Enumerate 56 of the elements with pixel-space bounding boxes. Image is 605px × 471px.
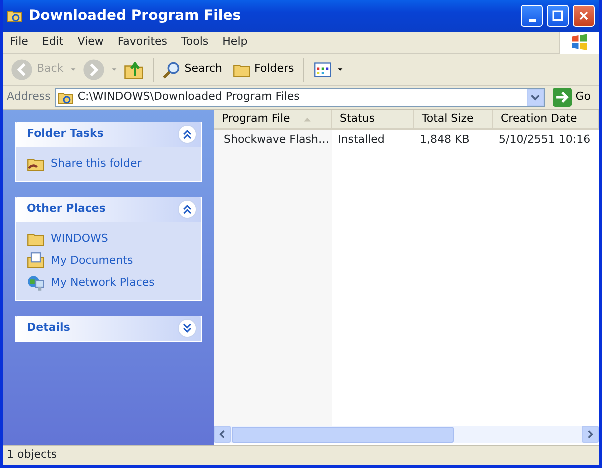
column-header[interactable]: Program File — [214, 110, 332, 130]
close-icon — [577, 9, 591, 23]
horizontal-scrollbar[interactable] — [214, 426, 599, 443]
menu-item[interactable]: View — [70, 34, 111, 51]
panel-title: Other Places — [27, 201, 106, 218]
back-icon — [11, 58, 33, 80]
close-button[interactable] — [573, 5, 595, 27]
scroll-left-button[interactable] — [214, 426, 231, 443]
collapse-icon[interactable] — [178, 200, 197, 219]
address-label: Address — [7, 89, 51, 106]
chevron-down-icon — [182, 323, 193, 334]
chevron-up-icon — [182, 204, 193, 215]
maximize-icon — [551, 9, 565, 23]
column-header[interactable]: Total Size — [414, 110, 493, 130]
minimize-button[interactable] — [521, 5, 543, 27]
window-title: Downloaded Program Files — [29, 6, 242, 26]
table-cell-text: 5/10/2551 10:16 — [498, 132, 592, 148]
dropdown-arrow-icon — [337, 66, 344, 73]
folder-up-icon — [124, 60, 144, 80]
folders-button[interactable]: Folders — [228, 58, 298, 80]
task-link[interactable]: Share this folder — [27, 155, 190, 173]
menu-item[interactable]: Help — [216, 34, 255, 51]
column-header[interactable]: Status — [332, 110, 414, 130]
panel-title: Folder Tasks — [27, 126, 104, 142]
task-link[interactable]: My Network Places — [27, 274, 190, 292]
scroll-right-button[interactable] — [582, 426, 599, 443]
column-header[interactable]: Creation Date — [493, 110, 599, 130]
expand-icon[interactable] — [178, 319, 197, 338]
panel-title: Details — [27, 320, 70, 336]
documents-icon — [27, 252, 45, 270]
task-link[interactable]: WINDOWS — [27, 230, 190, 248]
table-cell-text: 1,848 KB — [419, 132, 471, 148]
go-button[interactable]: Go — [548, 88, 595, 107]
status-text: 1 objects — [7, 447, 58, 464]
chevron-up-icon — [182, 129, 193, 140]
menu-item[interactable]: Edit — [35, 34, 71, 51]
arrow-right-icon — [552, 88, 572, 107]
dropdown-button[interactable] — [526, 89, 544, 106]
table-cell-text: Installed — [337, 132, 386, 148]
menu-item[interactable]: Tools — [174, 34, 216, 51]
minimize-icon — [528, 19, 536, 22]
views-icon — [313, 60, 334, 78]
chevron-left-icon — [218, 430, 227, 439]
address-field[interactable]: C:\WINDOWS\Downloaded Program Files — [54, 88, 545, 107]
menu-item[interactable]: Favorites — [110, 34, 175, 51]
search-icon — [162, 60, 181, 78]
scroll-thumb[interactable] — [232, 426, 454, 442]
chevron-right-icon — [586, 430, 595, 439]
collapse-icon[interactable] — [178, 125, 197, 144]
maximize-button[interactable] — [547, 5, 569, 27]
forward-icon — [82, 58, 105, 80]
network-icon — [27, 274, 45, 292]
search-button[interactable]: Search — [158, 58, 227, 80]
menu-item[interactable]: File — [3, 34, 36, 51]
address-text: C:\WINDOWS\Downloaded Program Files — [78, 89, 300, 106]
task-link[interactable]: My Documents — [27, 252, 190, 270]
